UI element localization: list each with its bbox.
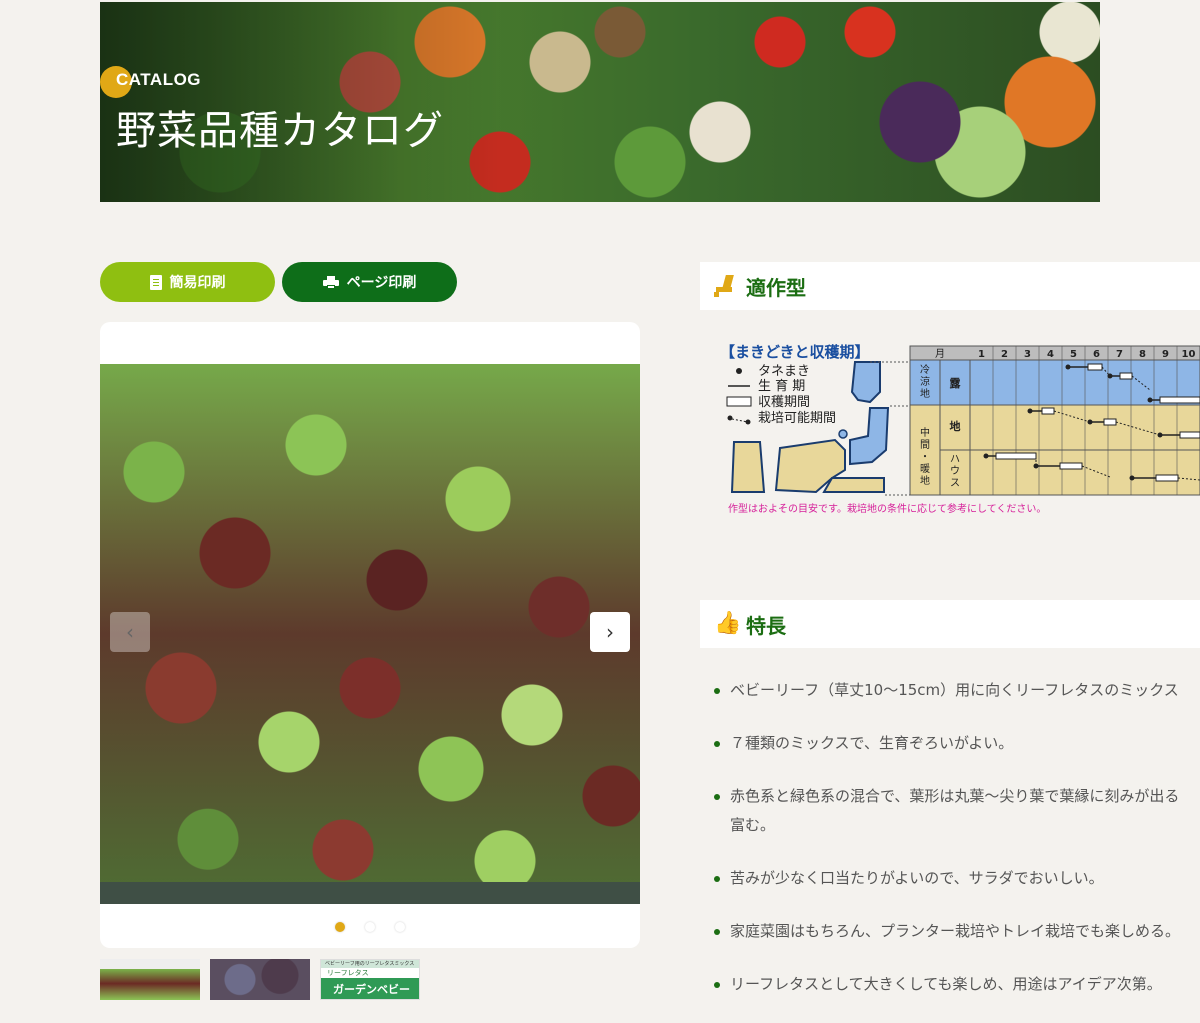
legend-harvest-icon [727, 397, 751, 406]
month-tick: 6 [1093, 349, 1100, 360]
month-tick: 1 [978, 349, 985, 360]
package-top-text: ベビーリーフ用のリーフレタスミックス [321, 960, 419, 968]
features-section-header: 👍 特長 [700, 600, 1200, 648]
month-tick: 10 [1182, 349, 1196, 360]
legend-harvest: 収穫期間 [758, 395, 810, 410]
page-print-button[interactable]: ページ印刷 [282, 262, 457, 302]
bullet-icon [714, 982, 720, 988]
bullet-icon [714, 688, 720, 694]
cropping-chart-svg: 【まきどきと収穫期】 タネまき 生 育 期 収穫期間 栽培可能期間 月 1 2 3 4… [720, 340, 1200, 520]
map-shikoku [824, 478, 884, 492]
region-mid: 中間・暖地 [920, 426, 930, 487]
carousel-next-button[interactable]: › [590, 612, 630, 652]
page-title: 野菜品種カタログ [116, 98, 444, 156]
harvest-mark [1156, 475, 1178, 481]
bullet-icon [714, 741, 720, 747]
harvest-mark [996, 453, 1036, 459]
package-name: ガーデンベビー [321, 978, 419, 1000]
chart-note: 作型はおよその目安です。栽培地の条件に応じて参考にしてください。 [728, 502, 1046, 515]
simple-print-button[interactable]: 簡易印刷 [100, 262, 275, 302]
chair-icon [714, 275, 736, 297]
thumbnail-2[interactable] [210, 959, 310, 1000]
bullet-icon [714, 794, 720, 800]
catalog-label: CATALOG [116, 70, 201, 90]
page-print-label: ページ印刷 [347, 272, 417, 292]
type-outdoor: 露 [950, 377, 962, 390]
feature-item: リーフレタスとして大きくしても楽しめ、用途はアイデア次第。 [700, 970, 1200, 999]
harvest-mark [1060, 463, 1082, 469]
month-tick: 7 [1116, 349, 1123, 360]
tray-photo [100, 882, 640, 904]
map-tohoku [850, 408, 888, 464]
legend-sow: タネまき [758, 364, 810, 379]
document-icon [150, 275, 162, 290]
feature-item: 家庭菜園はもちろん、プランター栽培やトレイ栽培でも楽しめる。 [700, 917, 1200, 946]
printer-icon [323, 276, 339, 289]
legend-possible: 栽培可能期間 [758, 410, 836, 426]
harvest-mark [1180, 432, 1200, 438]
legend-sow-icon [736, 368, 742, 374]
simple-print-label: 簡易印刷 [170, 272, 226, 292]
feature-item: ベビーリーフ（草丈10〜15cm）用に向くリーフレタスのミックス [700, 676, 1200, 705]
carousel-dot-3[interactable] [395, 922, 405, 932]
feature-item: 苦みが少なく口当たりがよいので、サラダでおいしい。 [700, 864, 1200, 893]
thumbnail-1[interactable] [100, 959, 200, 1000]
bullet-icon [714, 929, 720, 935]
harvest-mark [1042, 408, 1054, 414]
type-ground: 地 [950, 419, 961, 433]
type-house: ハウス [950, 454, 960, 489]
legend-possible-icon [728, 416, 733, 421]
chevron-left-icon: ‹ [126, 620, 134, 644]
month-tick: 5 [1070, 349, 1077, 360]
package-sub-text: リーフレタス [321, 968, 419, 978]
harvest-mark [1104, 419, 1116, 425]
carousel-dot-2[interactable] [365, 922, 375, 932]
cropping-section-title: 適作型 [746, 272, 806, 301]
thumbnail-3[interactable]: ベビーリーフ用のリーフレタスミックス リーフレタス ガーデンベビー [320, 959, 420, 1000]
features-list: ベビーリーフ（草丈10〜15cm）用に向くリーフレタスのミックス ７種類のミック… [700, 676, 1200, 1023]
harvest-mark [1120, 373, 1132, 379]
month-tick: 9 [1162, 349, 1169, 360]
lettuce-photo [100, 364, 640, 904]
harvest-mark [1160, 397, 1200, 403]
cropping-chart: 【まきどきと収穫期】 タネまき 生 育 期 収穫期間 栽培可能期間 月 1 2 3 4… [720, 340, 1200, 520]
product-image-carousel: ‹ › [100, 322, 640, 948]
features-section-title: 特長 [746, 610, 786, 639]
month-header [910, 346, 1200, 360]
carousel-dot-1[interactable] [335, 922, 345, 932]
thumbs-up-icon: 👍 [714, 613, 736, 635]
region-cold: 冷涼地 [920, 363, 930, 400]
month-tick: 3 [1024, 349, 1031, 360]
feature-item: 赤色系と緑色系の混合で、葉形は丸葉〜尖り葉で葉縁に刻みが出る富む。 [700, 782, 1200, 840]
carousel-prev-button[interactable]: ‹ [110, 612, 150, 652]
map-kyushu [732, 442, 764, 492]
cropping-section-header: 適作型 [700, 262, 1200, 310]
catalog-banner: CATALOG 野菜品種カタログ [100, 2, 1100, 202]
chart-heading: 【まきどきと収穫期】 [720, 343, 870, 361]
carousel-dots [100, 922, 640, 932]
harvest-mark [1088, 364, 1102, 370]
bullet-icon [714, 876, 720, 882]
month-tick: 8 [1139, 349, 1146, 360]
legend-growth: 生 育 期 [758, 378, 805, 394]
month-tick: 2 [1001, 349, 1008, 360]
feature-item: ７種類のミックスで、生育ぞろいがよい。 [700, 729, 1200, 758]
chevron-right-icon: › [606, 620, 614, 644]
month-label: 月 [935, 348, 945, 360]
map-hokkaido [852, 362, 880, 402]
month-tick: 4 [1047, 349, 1054, 360]
